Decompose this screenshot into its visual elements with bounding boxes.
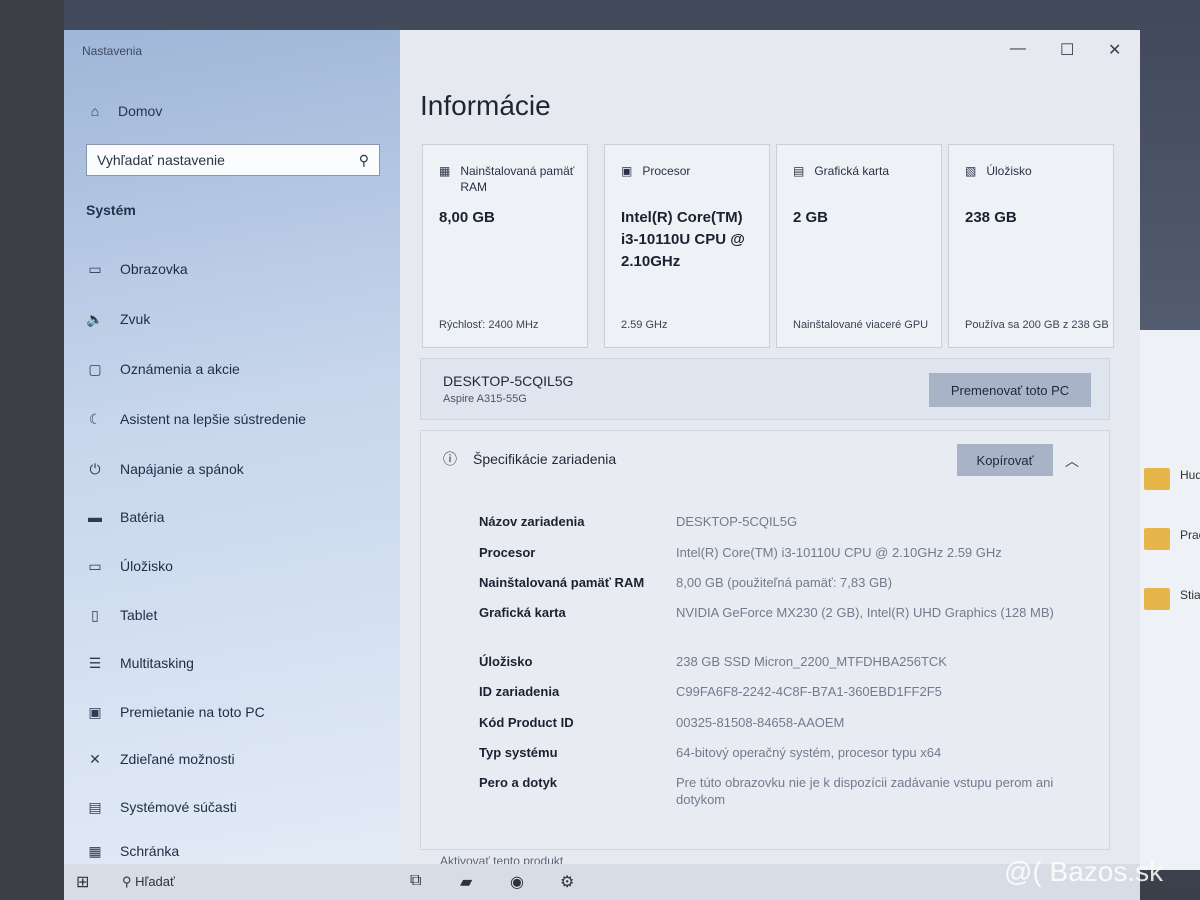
spec-row: ID zariadenia C99FA6F8-2242-4C8F-B7A1-360… <box>479 684 942 699</box>
desktop-left-edge <box>0 0 64 900</box>
ram-card: ▦ Nainštalovaná pamäť RAM 8,00 GB Rýchlos… <box>422 144 588 348</box>
battery-icon: ▬ <box>88 509 102 525</box>
components-icon: ▤ <box>88 798 102 815</box>
cpu-icon: ▣ <box>621 164 633 178</box>
sidebar: Nastavenia ⌂ Domov Vyhľadať nastavenie ⚲… <box>64 30 400 864</box>
disk-icon: ▧ <box>965 164 977 178</box>
sidebar-item-components[interactable]: ▤ Systémové súčasti <box>86 792 376 822</box>
search-input[interactable]: Vyhľadať nastavenie ⚲ <box>86 144 380 176</box>
sidebar-item-projecting[interactable]: ▣ Premietanie na toto PC <box>86 697 376 727</box>
sidebar-item-power[interactable]: ⏻ Napájanie a spánok <box>86 454 376 484</box>
power-icon: ⏻ <box>89 460 101 477</box>
close-icon[interactable]: ✕ <box>1108 40 1121 60</box>
spec-row: Nainštalovaná pamäť RAM 8,00 GB (použiteľ… <box>479 575 893 590</box>
window-title: Nastavenia <box>82 44 143 58</box>
main-content: — ☐ ✕ Informácie ▦ Nainštalovaná pamäť RA… <box>400 30 1140 864</box>
chevron-up-icon[interactable]: ︿ <box>1065 451 1079 471</box>
gpu-icon: ▤ <box>793 164 805 178</box>
clipboard-icon: ▦ <box>88 842 102 859</box>
sidebar-item-clipboard[interactable]: ▦ Schránka <box>86 836 376 864</box>
minimize-icon[interactable]: — <box>1010 40 1026 58</box>
folder-music[interactable]: Hud <box>1140 462 1200 512</box>
spec-row: Úložisko 238 GB SSD Micron_2200_MTFDHBA25… <box>479 654 947 669</box>
spec-row: Pero a dotyk Pre túto obrazovku nie je k … <box>479 775 1054 807</box>
gpu-card: ▤ Grafická karta 2 GB Nainštalované viace… <box>776 144 942 348</box>
message-icon: ▢ <box>88 360 102 377</box>
home-label: Domov <box>118 103 163 119</box>
activate-link[interactable]: Aktivovať tento produkt <box>440 854 563 864</box>
sidebar-item-shared[interactable]: ✕ Zdieľané možnosti <box>86 744 376 774</box>
pc-name: DESKTOP-5CQIL5G <box>443 373 574 389</box>
cpu-card: ▣ Procesor Intel(R) Core(TM) i3-10110U CP… <box>604 144 770 348</box>
sidebar-item-battery[interactable]: ▬ Batéria <box>86 502 376 532</box>
info-icon: ⓘ <box>443 451 457 467</box>
folder-icon <box>1144 468 1170 490</box>
sidebar-item-focus-assist[interactable]: ☾ Asistent na lepšie sústredenie <box>86 404 376 434</box>
copy-button[interactable]: Kopírovať <box>957 444 1053 476</box>
page-title: Informácie <box>420 90 551 121</box>
task-view-icon[interactable]: ⧉ <box>410 872 421 890</box>
speaker-icon: 🔈 <box>86 310 104 327</box>
settings-gear-icon[interactable]: ⚙ <box>560 872 574 892</box>
spec-row: Procesor Intel(R) Core(TM) i3-10110U CPU … <box>479 545 1002 560</box>
tablet-icon: ▯ <box>91 606 99 623</box>
spec-row: Názov zariadenia DESKTOP-5CQIL5G <box>479 514 798 529</box>
search-icon: ⚲ <box>358 151 369 168</box>
section-title: Systém <box>86 202 136 218</box>
rename-pc-button[interactable]: Premenovať toto PC <box>929 373 1091 407</box>
sidebar-item-tablet[interactable]: ▯ Tablet <box>86 600 376 630</box>
sidebar-item-multitasking[interactable]: ☰ Multitasking <box>86 648 376 678</box>
share-icon: ✕ <box>89 750 101 767</box>
moon-icon: ☾ <box>88 410 102 427</box>
maximize-icon[interactable]: ☐ <box>1060 40 1074 60</box>
storage-card: ▧ Úložisko 238 GB Používa sa 200 GB z 238… <box>948 144 1114 348</box>
project-icon: ▣ <box>88 703 102 720</box>
folder-downloads[interactable]: Stiah <box>1140 582 1200 632</box>
folder-icon <box>1144 588 1170 610</box>
watermark: @( Bazos.sk <box>1004 856 1164 887</box>
pc-name-row: DESKTOP-5CQIL5G Aspire A315-55G Premenov… <box>420 358 1110 420</box>
folder-icon <box>1144 528 1170 550</box>
settings-window: Nastavenia ⌂ Domov Vyhľadať nastavenie ⚲… <box>64 30 1140 864</box>
monitor-icon: ▭ <box>88 260 102 277</box>
home-icon: ⌂ <box>90 103 100 119</box>
spec-row: Typ systému 64-bitový operačný systém, pr… <box>479 745 942 760</box>
spec-title: Špecifikácie zariadenia <box>473 451 617 467</box>
sidebar-item-home[interactable]: ⌂ Domov <box>86 102 163 120</box>
folder-documents[interactable]: Prac <box>1140 522 1200 572</box>
multitask-icon: ☰ <box>88 654 102 671</box>
storage-icon: ▭ <box>88 557 102 574</box>
taskbar-search[interactable]: ⚲ Hľadať <box>122 874 175 890</box>
device-specifications: ⓘ Špecifikácie zariadenia Kopírovať ︿ Ná… <box>420 430 1110 850</box>
sidebar-item-sound[interactable]: 🔈 Zvuk <box>86 304 376 334</box>
sidebar-item-notifications[interactable]: ▢ Oznámenia a akcie <box>86 354 376 384</box>
pc-model: Aspire A315-55G <box>443 393 527 405</box>
taskbar: ⊞ ⚲ Hľadať ⧉ ▰ ◉ ⚙ <box>64 864 1140 900</box>
search-placeholder: Vyhľadať nastavenie <box>97 152 225 168</box>
start-icon[interactable]: ⊞ <box>76 872 89 892</box>
spec-row: Grafická karta NVIDIA GeForce MX230 (2 GB… <box>479 605 1054 620</box>
chrome-icon[interactable]: ◉ <box>510 872 524 892</box>
spec-row: Kód Product ID 00325-81508-84658-AAOEM <box>479 715 845 730</box>
sidebar-item-storage[interactable]: ▭ Úložisko <box>86 551 376 581</box>
sidebar-item-display[interactable]: ▭ Obrazovka <box>86 254 376 284</box>
file-explorer-icon[interactable]: ▰ <box>460 872 472 892</box>
ram-icon: ▦ <box>439 164 451 178</box>
